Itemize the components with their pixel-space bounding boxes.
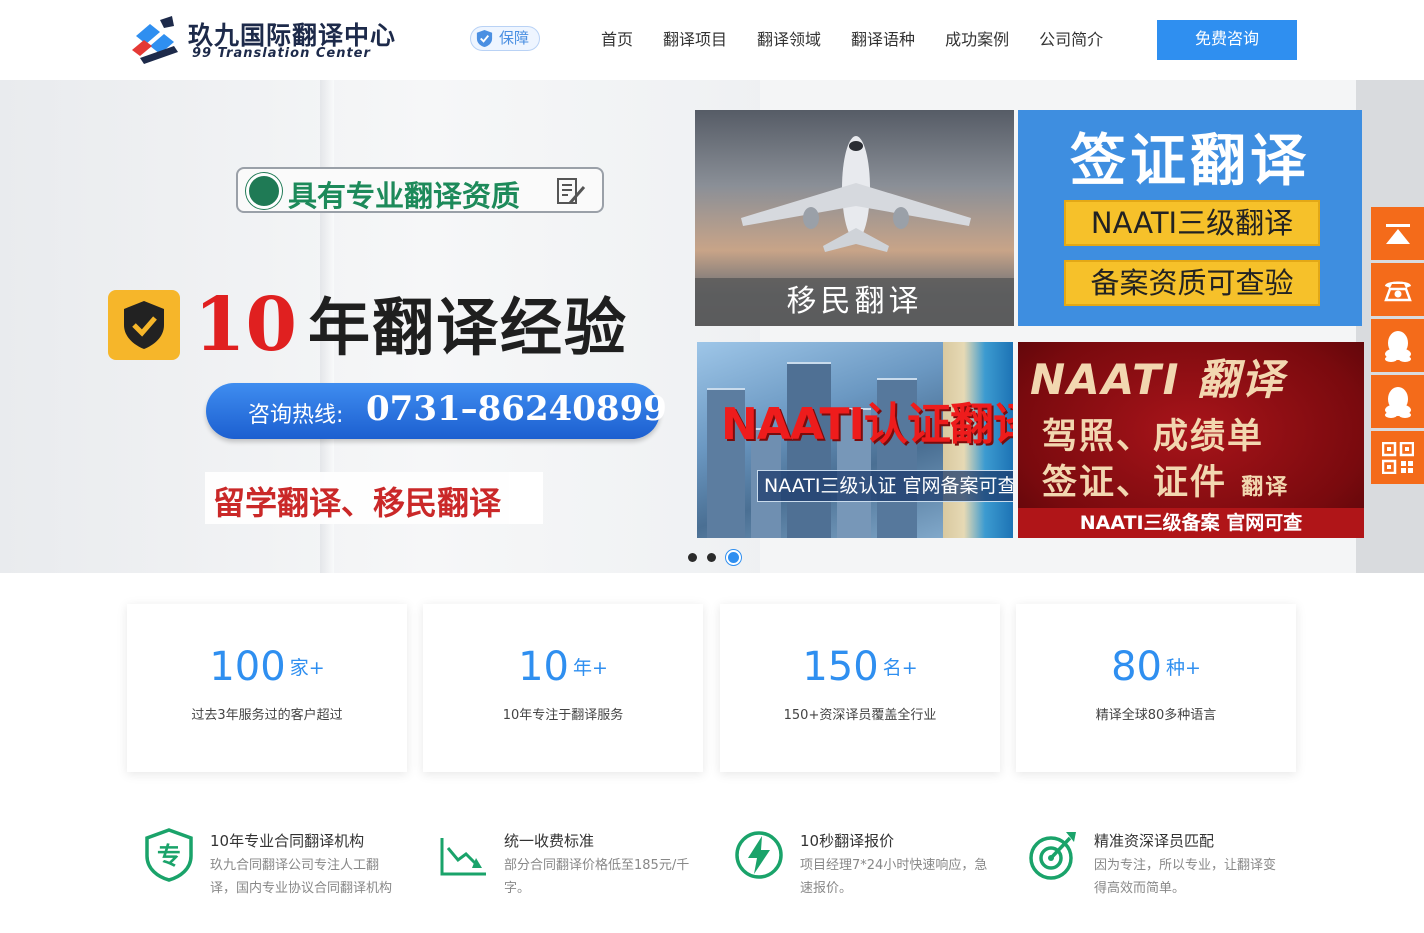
guarantee-badge-label: 保障: [499, 29, 530, 47]
stat-number: 150: [802, 644, 879, 690]
feature-title: 10秒翻译报价: [800, 832, 895, 850]
side-toolbar: [1371, 207, 1424, 487]
qualification-label: 具有专业翻译资质: [236, 167, 604, 213]
tile-naati-title: NAATI认证翻译: [721, 399, 1013, 450]
tile-red-title: NAATI 翻译: [1030, 355, 1286, 404]
hotline-number: 0731–86240899: [366, 389, 667, 429]
years-number: 10: [194, 282, 297, 368]
feature-pricing: 统一收费标准 部分合同翻译价格低至185元/千字。: [424, 826, 694, 916]
feature-description: 因为专注，所以专业，让翻译变得高效而简单。: [1094, 858, 1277, 896]
tile-naati-subtitle: NAATI三级认证 官网备案可查: [757, 470, 1013, 502]
tile-naati-documents[interactable]: NAATI 翻译 驾照、成绩单 签证、证件 翻译 NAATI三级备案 官网可查: [1018, 342, 1364, 538]
stat-card-clients: 100 家+ 过去3年服务过的客户超过: [127, 604, 407, 772]
tile-immigration[interactable]: 移民翻译: [695, 110, 1014, 326]
nav-item-projects[interactable]: 翻译项目: [648, 28, 742, 52]
tile-naati-cert[interactable]: NAATI认证翻译 NAATI三级认证 官网备案可查: [697, 342, 1013, 538]
stat-card-translators: 150 名+ 150+资深译员覆盖全行业: [720, 604, 1000, 772]
feature-description: 项目经理7*24小时快速响应，急速报价。: [800, 858, 988, 896]
tile-red-footer: NAATI三级备案 官网可查: [1018, 508, 1364, 538]
hotline-label: 咨询热线:: [248, 403, 344, 428]
tile-red-line3: 签证、证件 翻译: [1042, 463, 1290, 503]
main-nav: 首页 翻译项目 翻译领域 翻译语种 成功案例 公司简介: [586, 28, 1118, 52]
feature-quote: 10秒翻译报价 项目经理7*24小时快速响应，急速报价。: [720, 826, 990, 916]
hero-banner[interactable]: 具有专业翻译资质 10 年翻译经验 咨询热线: 0731–86240899 留学…: [0, 80, 1424, 573]
qq-button-2[interactable]: [1371, 375, 1424, 428]
nav-item-cases[interactable]: 成功案例: [930, 28, 1024, 52]
tile-red-line2: 驾照、成绩单: [1042, 417, 1265, 457]
tile-visa[interactable]: 签证翻译 NAATI三级翻译 备案资质可查验: [1018, 110, 1362, 326]
nav-item-about[interactable]: 公司简介: [1024, 28, 1118, 52]
slider-dots: [688, 550, 741, 565]
stat-unit: 家+: [289, 657, 325, 679]
slider-dot-1[interactable]: [688, 553, 697, 562]
lightning-icon: [735, 831, 783, 879]
stat-description: 过去3年服务过的客户超过: [191, 708, 343, 723]
nav-item-languages[interactable]: 翻译语种: [836, 28, 930, 52]
stat-number: 100: [209, 644, 286, 690]
stat-number: 10: [518, 644, 569, 690]
qq-button-1[interactable]: [1371, 319, 1424, 372]
slider-dot-2[interactable]: [707, 553, 716, 562]
slider-dot-3[interactable]: [726, 550, 741, 565]
tile-immigration-caption: 移民翻译: [695, 278, 1014, 326]
stat-number: 80: [1111, 644, 1162, 690]
stat-unit: 种+: [1165, 657, 1201, 679]
stat-unit: 年+: [572, 657, 608, 679]
svg-text:专: 专: [157, 842, 181, 870]
airplane-icon: [741, 136, 971, 252]
seal-icon: [246, 173, 282, 209]
stat-description: 10年专注于翻译服务: [502, 708, 624, 723]
nav-item-fields[interactable]: 翻译领域: [742, 28, 836, 52]
price-chart-icon: [440, 838, 486, 876]
qq-icon: [1384, 386, 1411, 418]
phone-icon: [1383, 281, 1412, 301]
feature-matching: 精准资深译员匹配 因为专注，所以专业，让翻译变得高效而简单。: [1014, 826, 1284, 916]
logo-mark-icon: [132, 16, 178, 64]
tile-visa-bar-naati: NAATI三级翻译: [1064, 200, 1320, 246]
feature-description: 玖九合同翻译公司专注人工翻译，国内专业协议合同翻译机构: [210, 858, 393, 896]
stat-description: 150+资深译员覆盖全行业: [783, 708, 937, 723]
slogan: 留学翻译、移民翻译: [205, 472, 543, 524]
guarantee-badge[interactable]: 保障: [470, 26, 541, 51]
specialist-shield-icon: 专: [145, 828, 193, 882]
tile-visa-bar-record: 备案资质可查验: [1064, 260, 1320, 306]
stat-card-languages: 80 种+ 精译全球80多种语言: [1016, 604, 1296, 772]
stat-description: 精译全球80多种语言: [1095, 708, 1217, 723]
tile-visa-title: 签证翻译: [1070, 129, 1310, 194]
shield-check-icon: [108, 290, 180, 360]
feature-title: 精准资深译员匹配: [1094, 832, 1215, 850]
nav-item-home[interactable]: 首页: [586, 28, 648, 52]
stat-card-years: 10 年+ 10年专注于翻译服务: [423, 604, 703, 772]
site-logo[interactable]: 玖九国际翻译中心 99 Translation Center: [130, 14, 395, 66]
back-to-top-button[interactable]: [1371, 207, 1424, 260]
feature-professional: 专 10年专业合同翻译机构 玖九合同翻译公司专注人工翻译，国内专业协议合同翻译机…: [130, 826, 400, 916]
hotline-pill[interactable]: 咨询热线: 0731–86240899: [206, 383, 667, 439]
back-to-top-icon: [1385, 223, 1410, 244]
site-header: 玖九国际翻译中心 99 Translation Center 保障 首页 翻译项…: [0, 0, 1424, 80]
feature-description: 部分合同翻译价格低至185元/千字。: [504, 858, 690, 896]
certificate-pen-icon: [557, 178, 586, 204]
shield-check-icon: [476, 29, 493, 48]
qr-code-icon: [1381, 441, 1414, 474]
free-consult-button[interactable]: 免费咨询: [1157, 20, 1297, 60]
feature-title: 10年专业合同翻译机构: [210, 832, 365, 850]
qq-icon: [1384, 330, 1411, 362]
years-text: 年翻译经验: [308, 291, 629, 364]
phone-button[interactable]: [1371, 263, 1424, 316]
target-icon: [1029, 832, 1076, 880]
stat-unit: 名+: [882, 657, 918, 679]
logo-english-name: 99 Translation Center: [192, 46, 371, 61]
feature-title: 统一收费标准: [504, 832, 595, 850]
qr-code-button[interactable]: [1371, 431, 1424, 484]
